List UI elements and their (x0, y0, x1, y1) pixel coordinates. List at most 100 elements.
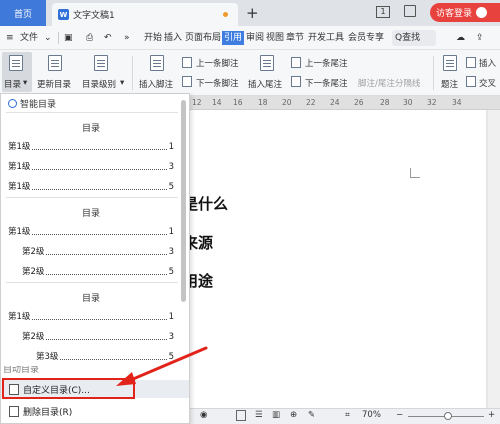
ruler-tick: 16 (233, 98, 243, 107)
dot-leader (46, 254, 167, 255)
document-scrollbar[interactable] (488, 110, 500, 408)
zoom-slider-handle[interactable] (444, 412, 452, 420)
delete-toc-button[interactable]: 删除目录(R) (1, 402, 189, 420)
insert-footnote-icon[interactable] (150, 55, 164, 71)
guest-login-button[interactable]: 访客登录 (430, 3, 500, 22)
reading-view-icon[interactable]: ▥ (272, 410, 280, 420)
update-toc-icon[interactable] (48, 55, 62, 71)
zoom-level[interactable]: 70% (362, 410, 381, 420)
toc-entry-page: 3 (168, 162, 174, 172)
menu-start[interactable]: 开始 (144, 26, 162, 50)
prev-footnote-button[interactable]: 上一条脚注 (196, 57, 239, 69)
window-layout-icon[interactable] (404, 5, 416, 17)
hamburger-icon[interactable]: ≡ (6, 26, 14, 50)
toc-template-2-entry[interactable]: 第2级 5 (22, 265, 174, 277)
insert-index-icon[interactable] (466, 57, 476, 68)
fit-page-icon[interactable]: ⌗ (345, 410, 350, 420)
smart-toc-header[interactable]: 智能目录 (8, 97, 56, 110)
toc-entry-page: 5 (168, 267, 174, 277)
delete-toc-label: 删除目录(R) (23, 407, 73, 418)
insert-footnote-button[interactable]: 插入脚注 (139, 78, 173, 90)
zoom-out-button[interactable]: − (396, 410, 403, 420)
menu-developer[interactable]: 开发工具 (308, 26, 344, 50)
print-icon[interactable]: ⎙ (86, 26, 93, 50)
menu-review[interactable]: 审阅 (246, 26, 264, 50)
delete-toc-icon (9, 405, 19, 417)
menu-view[interactable]: 视图 (266, 26, 284, 50)
zoom-in-button[interactable]: + (488, 410, 495, 420)
next-footnote-icon[interactable] (182, 76, 192, 87)
ruler-tick: 20 (282, 98, 292, 107)
toc-template-1-entry[interactable]: 第1级 5 (8, 180, 174, 192)
toc-template-1-entry[interactable]: 第1级 3 (8, 160, 174, 172)
page-indicator[interactable]: 1 (376, 6, 390, 18)
title-bar: 首页 W 文字文稿1 + 1 访客登录 (0, 0, 500, 26)
divider (433, 56, 434, 90)
next-endnote-button[interactable]: 下一条尾注 (305, 77, 348, 89)
update-toc-button[interactable]: 更新目录 (37, 78, 71, 90)
toc-entry-page: 1 (168, 142, 174, 152)
toc-entry-label: 第2级 (22, 267, 45, 277)
prev-endnote-icon[interactable] (291, 57, 301, 68)
insert-index-button[interactable]: 插入 (479, 57, 496, 69)
toc-entry-label: 第1级 (8, 182, 31, 192)
menu-chapter[interactable]: 章节 (286, 26, 304, 50)
divider (6, 282, 178, 283)
save-icon[interactable]: ▣ (64, 26, 73, 50)
insert-endnote-button[interactable]: 插入尾注 (248, 78, 282, 90)
toc-template-title: 目录 (81, 294, 100, 304)
toc-level-icon[interactable] (94, 55, 108, 71)
guest-login-label: 访客登录 (436, 9, 473, 19)
ruler-tick: 30 (403, 98, 413, 107)
prev-footnote-icon[interactable] (182, 57, 192, 68)
unsaved-dot-icon (223, 12, 228, 17)
document-page[interactable] (190, 110, 486, 408)
share-icon[interactable]: ⇪ (476, 26, 484, 50)
toc-entry-label: 第3级 (36, 352, 59, 362)
menu-member[interactable]: 会员专享 (348, 26, 384, 50)
write-view-icon[interactable]: ✎ (308, 410, 315, 420)
toc-template-1-entry[interactable]: 第1级 1 (8, 140, 174, 152)
ruler-tick: 18 (258, 98, 268, 107)
panel-scrollbar-thumb[interactable] (181, 100, 186, 302)
caption-icon[interactable] (443, 55, 457, 71)
chevron-down-icon[interactable]: ⌄ (44, 26, 52, 50)
outline-view-icon[interactable]: ☰ (255, 410, 263, 420)
partial-item-label: 自动目录 (3, 366, 40, 375)
next-endnote-icon[interactable] (291, 76, 301, 87)
menu-page-layout[interactable]: 页面布局 (185, 26, 221, 50)
cross-reference-icon[interactable] (466, 76, 476, 87)
insert-endnote-icon[interactable] (260, 55, 274, 71)
undo-icon[interactable]: ↶ (104, 26, 112, 50)
new-tab-button[interactable]: + (246, 4, 259, 22)
toc-template-2-entry[interactable]: 第1级 1 (8, 225, 174, 237)
next-footnote-button[interactable]: 下一条脚注 (196, 77, 239, 89)
menu-references[interactable]: 引用 (222, 31, 245, 45)
menu-insert[interactable]: 插入 (164, 26, 182, 50)
ruler-tick: 14 (212, 98, 222, 107)
tab-home[interactable]: 首页 (0, 0, 46, 26)
more-menu-button[interactable]: » (124, 26, 130, 50)
page-view-icon[interactable] (236, 410, 246, 421)
footnote-separator-button[interactable]: 脚注/尾注分隔线 (358, 77, 420, 89)
search-button[interactable]: Q查找 (392, 30, 436, 46)
toc-template-3-entry[interactable]: 第1级 1 (8, 310, 174, 322)
page-margin-marker (410, 168, 420, 178)
caption-button[interactable]: 题注 (441, 78, 458, 90)
tab-document[interactable]: W 文字文稿1 (52, 3, 238, 26)
caret-down-icon: ▾ (120, 78, 125, 88)
cloud-icon[interactable]: ☁ (456, 26, 465, 50)
web-view-icon[interactable]: ⊕ (290, 410, 297, 420)
ruler-tick: 34 (452, 98, 462, 107)
prev-endnote-button[interactable]: 上一条尾注 (305, 57, 348, 69)
eye-icon[interactable]: ◉ (200, 410, 207, 420)
annotation-arrow-icon (116, 346, 208, 386)
menu-file[interactable]: 文件 (20, 26, 38, 50)
ruler-tick: 12 (192, 98, 202, 107)
dot-leader (46, 274, 167, 275)
cross-reference-button[interactable]: 交叉 (479, 77, 496, 89)
toc-entry-page: 1 (168, 312, 174, 322)
toc-entry-page: 5 (168, 182, 174, 192)
toc-level-button[interactable]: 目录级别 (82, 78, 116, 90)
toc-template-2-entry[interactable]: 第2级 3 (22, 245, 174, 257)
